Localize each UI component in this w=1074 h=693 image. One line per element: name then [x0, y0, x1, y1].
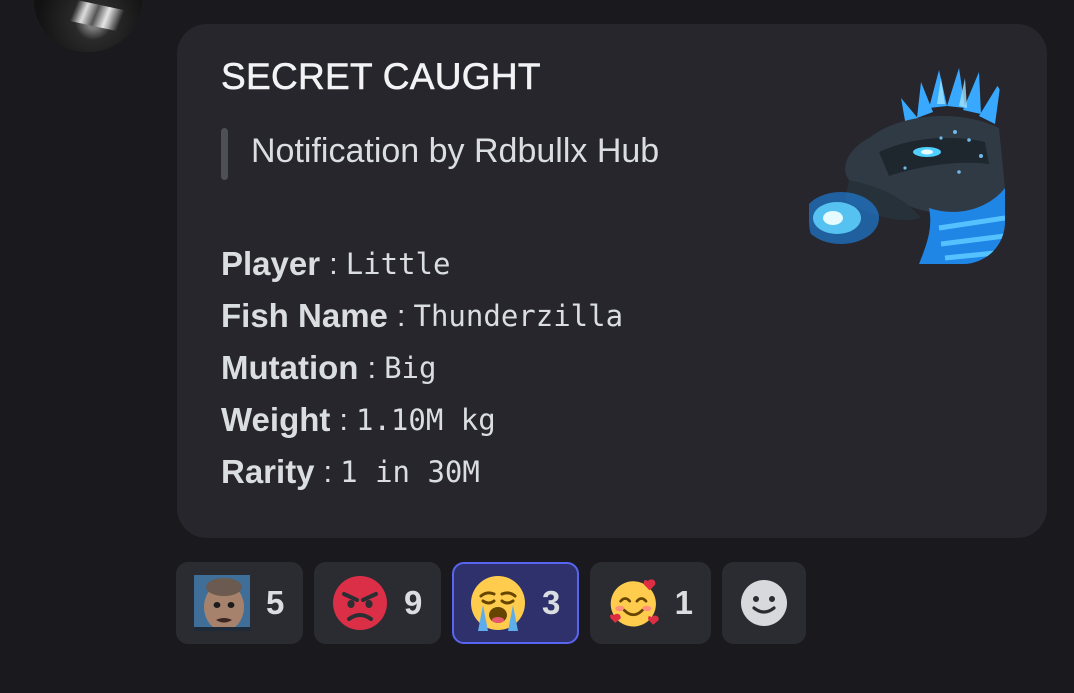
embed-title: SECRET CAUGHT	[221, 56, 541, 98]
author-avatar[interactable]	[34, 0, 142, 52]
field-value: Thunderzilla	[413, 299, 624, 333]
reaction-custom-face[interactable]: 5	[176, 562, 303, 644]
field-separator: :	[323, 454, 333, 489]
field-name: Mutation	[221, 349, 359, 386]
field-name: Fish Name	[221, 297, 388, 334]
avatar-artwork	[62, 0, 136, 35]
smiling-face-with-hearts-emoji-icon	[610, 579, 659, 627]
dragon-thumbnail-image	[809, 68, 1005, 264]
field-name: Weight	[221, 401, 331, 438]
angry-face-emoji-icon	[333, 576, 387, 630]
field-separator: :	[367, 350, 377, 385]
field-rarity: Rarity:1 in 30M	[221, 446, 623, 498]
reaction-count: 1	[674, 584, 693, 621]
field-value: 1 in 30M	[340, 455, 480, 489]
field-player: Player: Little	[221, 238, 623, 290]
field-mutation: Mutation: Big	[221, 342, 623, 394]
field-name: Player	[221, 245, 321, 282]
field-value: Little	[345, 247, 451, 281]
embed-fields: Player: Little Fish Name: Thunderzilla Mut…	[221, 238, 623, 498]
add-reaction-smiley-icon	[741, 580, 787, 626]
reaction-count: 3	[542, 584, 561, 621]
field-separator: :	[396, 298, 406, 333]
custom-face-emoji-icon	[194, 575, 250, 631]
field-value: 1.10M kg	[356, 403, 496, 437]
add-reaction-button[interactable]	[722, 562, 806, 644]
field-separator: :	[339, 402, 349, 437]
reaction-smiling-face-with-hearts[interactable]: 1	[590, 562, 711, 644]
field-name: Rarity	[221, 453, 315, 490]
field-value: Big	[384, 351, 437, 385]
field-fish-name: Fish Name: Thunderzilla	[221, 290, 623, 342]
embed-description: Notification by Rdbullx Hub	[251, 132, 660, 170]
embed-thumbnail[interactable]	[809, 68, 1005, 264]
loudly-crying-face-emoji-icon	[471, 576, 525, 631]
reactions-bar: 5 9 3 1	[176, 562, 806, 644]
field-weight: Weight:1.10M kg	[221, 394, 623, 446]
reaction-loudly-crying-face[interactable]: 3	[452, 562, 579, 644]
reaction-count: 5	[266, 584, 285, 621]
reaction-count: 9	[404, 584, 423, 621]
field-separator: :	[329, 246, 338, 281]
quote-bar	[221, 128, 228, 180]
reaction-angry-face[interactable]: 9	[314, 562, 441, 644]
embed-card: SECRET CAUGHT Notification by Rdbullx Hu…	[177, 24, 1047, 538]
